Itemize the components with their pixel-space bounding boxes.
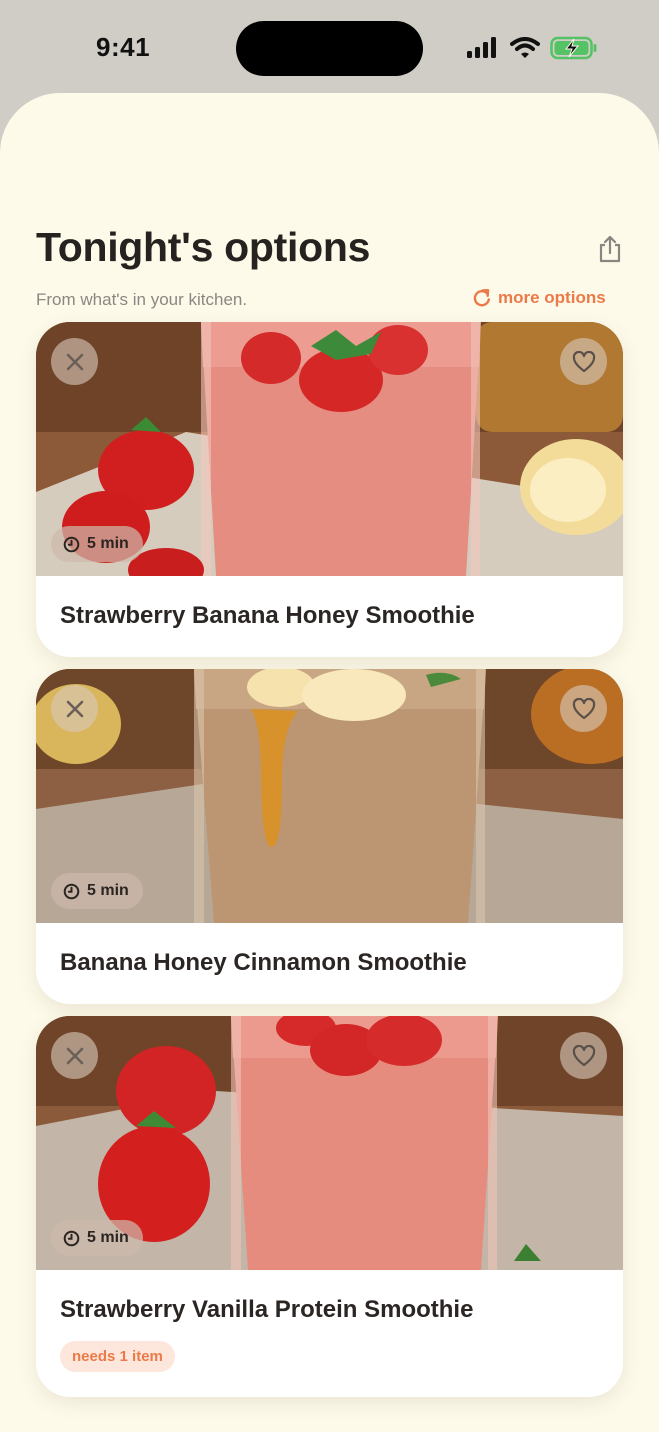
clock-icon	[63, 1230, 80, 1246]
dismiss-button[interactable]	[51, 685, 98, 732]
close-icon	[66, 1047, 83, 1064]
prep-time-text: 5 min	[87, 882, 129, 899]
page-subtitle: From what's in your kitchen.	[36, 290, 248, 309]
heart-icon	[572, 1044, 595, 1066]
heart-icon	[572, 350, 595, 372]
page-title: Tonight's options	[36, 224, 371, 270]
recipe-title: Strawberry Banana Honey Smoothie	[60, 602, 475, 629]
missing-ingredients-badge: needs 1 item	[60, 1341, 175, 1372]
signal-icon	[467, 37, 496, 58]
status-time: 9:41	[96, 32, 151, 62]
favorite-button[interactable]	[560, 1032, 607, 1079]
share-button[interactable]	[596, 234, 624, 264]
clock-icon	[63, 536, 80, 552]
recipe-card[interactable]: 5 min Banana Honey Cinnamon Smoothie	[36, 669, 623, 1004]
wifi-icon	[510, 37, 540, 58]
recipe-card[interactable]: 5 min Strawberry Vanilla Protein Smoothi…	[36, 1016, 623, 1397]
prep-time-text: 5 min	[87, 1229, 129, 1246]
status-bar: 9:41	[0, 0, 659, 95]
prep-time-badge: 5 min	[51, 526, 143, 562]
share-icon	[599, 235, 621, 263]
prep-time-badge: 5 min	[51, 873, 143, 909]
heart-icon	[572, 697, 595, 719]
status-icons	[466, 36, 598, 60]
recipe-title: Strawberry Vanilla Protein Smoothie	[60, 1296, 474, 1323]
dismiss-button[interactable]	[51, 338, 98, 385]
close-icon	[66, 353, 83, 370]
favorite-button[interactable]	[560, 338, 607, 385]
more-options-label: more options	[498, 288, 606, 307]
battery-icon	[550, 36, 597, 60]
prep-time-badge: 5 min	[51, 1220, 143, 1256]
dynamic-island	[236, 21, 423, 76]
favorite-button[interactable]	[560, 685, 607, 732]
more-options-button[interactable]: more options	[472, 288, 606, 308]
dismiss-button[interactable]	[51, 1032, 98, 1079]
recipe-card[interactable]: 5 min Strawberry Banana Honey Smoothie	[36, 322, 623, 657]
prep-time-text: 5 min	[87, 535, 129, 552]
clock-icon	[63, 883, 80, 899]
recipe-title: Banana Honey Cinnamon Smoothie	[60, 949, 467, 976]
close-icon	[66, 700, 83, 717]
refresh-icon	[473, 289, 490, 307]
